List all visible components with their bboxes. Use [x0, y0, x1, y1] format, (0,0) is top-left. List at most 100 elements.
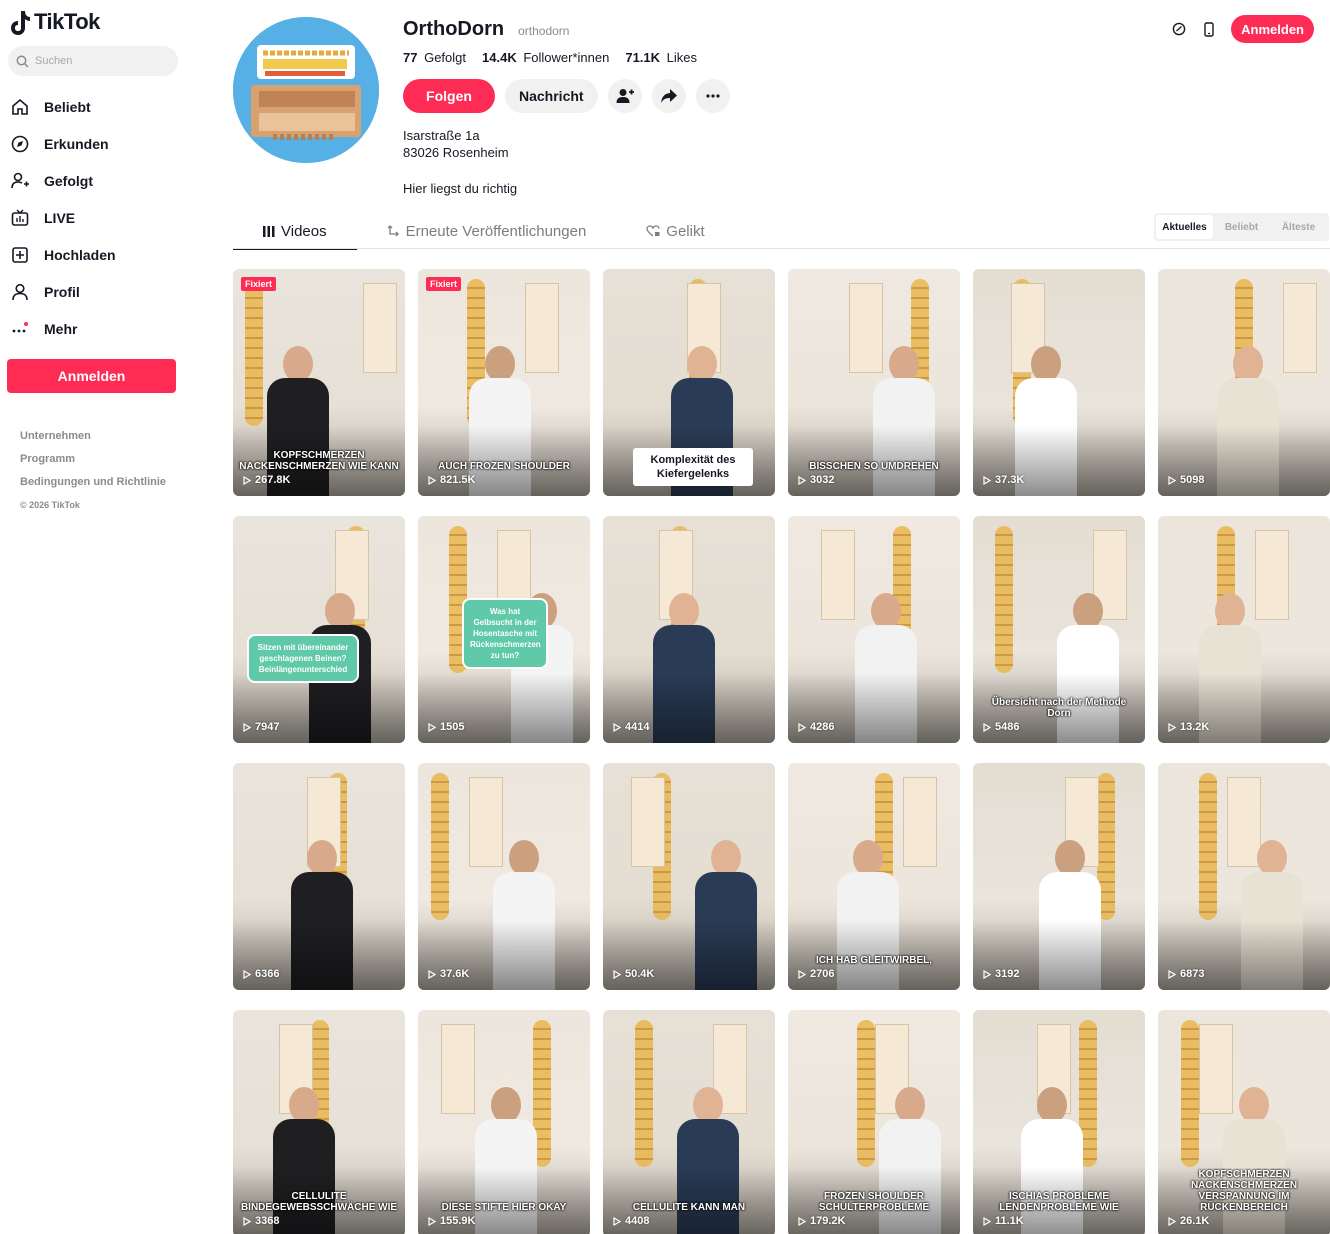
search-box[interactable] — [8, 46, 178, 76]
video-thumbnail[interactable]: DIESE STIFTE HIER OKAY 155.9K — [418, 1010, 590, 1234]
play-icon — [983, 722, 991, 732]
tab-liked[interactable]: Gelikt — [616, 214, 734, 248]
upload-icon — [10, 245, 30, 265]
tab-reposts[interactable]: Erneute Veröffentlichungen — [357, 214, 617, 248]
person-head — [1031, 346, 1061, 382]
sidebar-item-label: Erkunden — [44, 135, 109, 152]
footer-link-program[interactable]: Programm — [20, 451, 166, 474]
pinned-badge: Fixiert — [241, 277, 277, 291]
likes-label: Likes — [666, 50, 698, 65]
view-count-text: 821.5K — [440, 474, 476, 486]
video-thumbnail[interactable]: CELLULITE BINDEGEWEBSSCHWÄCHE WIE 3368 — [233, 1010, 405, 1234]
top-login-button[interactable]: Anmelden — [1231, 15, 1314, 43]
video-thumbnail[interactable]: Übersicht nach der Methode Dorn 5486 — [973, 516, 1145, 743]
view-count-text: 5486 — [995, 721, 1020, 733]
play-icon — [1168, 722, 1176, 732]
sidebar-login-button[interactable]: Anmelden — [7, 359, 176, 393]
message-button[interactable]: Nachricht — [505, 79, 598, 113]
tiktok-logo[interactable]: TikTok — [10, 8, 100, 36]
footer-link-company[interactable]: Unternehmen — [20, 428, 166, 451]
video-thumbnail[interactable]: 6366 — [233, 763, 405, 990]
followers-count: 14.4K — [482, 50, 517, 65]
suggested-accounts-button[interactable] — [607, 79, 642, 113]
tab-label: Gelikt — [666, 222, 705, 240]
sort-option-oldest[interactable]: Älteste — [1270, 215, 1327, 239]
view-count-text: 1505 — [440, 721, 465, 733]
video-thumbnail[interactable]: ICH HAB GLEITWIRBEL, 2706 — [788, 763, 960, 990]
video-thumbnail[interactable]: 37.6K — [418, 763, 590, 990]
more-options-button[interactable] — [695, 79, 730, 113]
video-thumbnail[interactable]: Was hat Gelbsucht in der Hosentasche mit… — [418, 516, 590, 743]
video-thumbnail[interactable]: 4414 — [603, 516, 775, 743]
person-head — [895, 1087, 925, 1123]
video-thumbnail[interactable]: 5098 — [1158, 269, 1330, 496]
video-thumbnail[interactable]: 13.2K — [1158, 516, 1330, 743]
sidebar-item-hochladen[interactable]: Hochladen — [10, 236, 190, 273]
play-icon — [1168, 969, 1176, 979]
footer-link-terms[interactable]: Bedingungen und Richtlinie — [20, 474, 166, 497]
anatomy-poster-graphic — [903, 777, 937, 867]
sidebar-item-label: Profil — [44, 283, 80, 300]
spine-model-graphic — [1181, 1020, 1199, 1167]
person-head — [1055, 840, 1085, 876]
tab-videos[interactable]: Videos — [233, 214, 357, 250]
video-thumbnail[interactable]: 4286 — [788, 516, 960, 743]
play-icon — [983, 969, 991, 979]
video-thumbnail[interactable]: Fixiert KOPFSCHMERZEN NACKENSCHMERZEN WIE… — [233, 269, 405, 496]
sidebar-item-profil[interactable]: Profil — [10, 273, 190, 310]
play-icon — [243, 475, 251, 485]
play-icon — [428, 475, 436, 485]
sidebar-footer: Unternehmen Programm Bedingungen und Ric… — [20, 428, 166, 513]
play-icon — [243, 969, 251, 979]
sidebar-item-gefolgt[interactable]: Gefolgt — [10, 162, 190, 199]
view-count-text: 179.2K — [810, 1215, 846, 1227]
view-count-text: 37.3K — [995, 474, 1025, 486]
sidebar-item-label: Mehr — [44, 320, 78, 337]
mobile-device-icon[interactable] — [1201, 21, 1217, 37]
grid-icon — [263, 225, 275, 237]
video-thumbnail[interactable]: 37.3K — [973, 269, 1145, 496]
video-thumbnail[interactable]: FROZEN SHOULDER SCHULTERPROBLEME 179.2K — [788, 1010, 960, 1234]
sidebar-item-live[interactable]: LIVE — [10, 199, 190, 236]
followers-stat[interactable]: 14.4K Follower*innen — [482, 50, 609, 65]
video-thumbnail[interactable]: ISCHIAS PROBLEME LENDENPROBLEME WIE 11.1K — [973, 1010, 1145, 1234]
person-head — [509, 840, 539, 876]
sort-option-popular[interactable]: Beliebt — [1213, 215, 1270, 239]
video-thumbnail[interactable]: KOPFSCHMERZEN NACKENSCHMERZEN VERSPANNUN… — [1158, 1010, 1330, 1234]
video-thumbnail[interactable]: 50.4K — [603, 763, 775, 990]
play-icon — [428, 969, 436, 979]
view-count-text: 5098 — [1180, 474, 1205, 486]
view-count-text: 3192 — [995, 968, 1020, 980]
video-thumbnail[interactable]: CELLULITE KANN MAN 4408 — [603, 1010, 775, 1234]
following-stat[interactable]: 77 Gefolgt — [403, 50, 466, 65]
play-icon — [798, 969, 806, 979]
sidebar-item-erkunden[interactable]: Erkunden — [10, 125, 190, 162]
share-button[interactable] — [651, 79, 686, 113]
person-head — [1037, 1087, 1067, 1123]
sidebar-item-beliebt[interactable]: Beliebt — [10, 88, 190, 125]
play-icon — [613, 1216, 621, 1226]
video-grid: Fixiert KOPFSCHMERZEN NACKENSCHMERZEN WIE… — [233, 269, 1330, 1234]
view-count: 50.4K — [613, 968, 654, 980]
video-thumbnail[interactable]: 6873 — [1158, 763, 1330, 990]
view-count: 2706 — [798, 968, 834, 980]
sort-option-latest[interactable]: Aktuelles — [1156, 215, 1213, 239]
sidebar-item-mehr[interactable]: Mehr — [10, 310, 190, 347]
video-thumbnail[interactable]: Fixiert AUCH FROZEN SHOULDER 821.5K — [418, 269, 590, 496]
view-count: 3368 — [243, 1215, 279, 1227]
video-caption-overlay: BISSCHEN SO UMDREHEN — [809, 461, 939, 472]
video-thumbnail[interactable]: Komplexität des Kiefergelenks — [603, 269, 775, 496]
play-icon — [243, 722, 251, 732]
address-line-1: Isarstraße 1a — [403, 128, 480, 143]
play-icon — [798, 475, 806, 485]
anatomy-poster-graphic — [1283, 283, 1317, 373]
profile-tagline: Hier liegst du richtig — [403, 181, 518, 196]
search-input[interactable] — [35, 55, 165, 67]
video-thumbnail[interactable]: Sitzen mit übereinander geschlagenen Bei… — [233, 516, 405, 743]
video-thumbnail[interactable]: BISSCHEN SO UMDREHEN 3032 — [788, 269, 960, 496]
profile-icon — [10, 282, 30, 302]
video-thumbnail[interactable]: 3192 — [973, 763, 1145, 990]
coin-icon[interactable] — [1171, 21, 1187, 37]
person-head — [325, 593, 355, 629]
follow-button[interactable]: Folgen — [403, 79, 495, 113]
